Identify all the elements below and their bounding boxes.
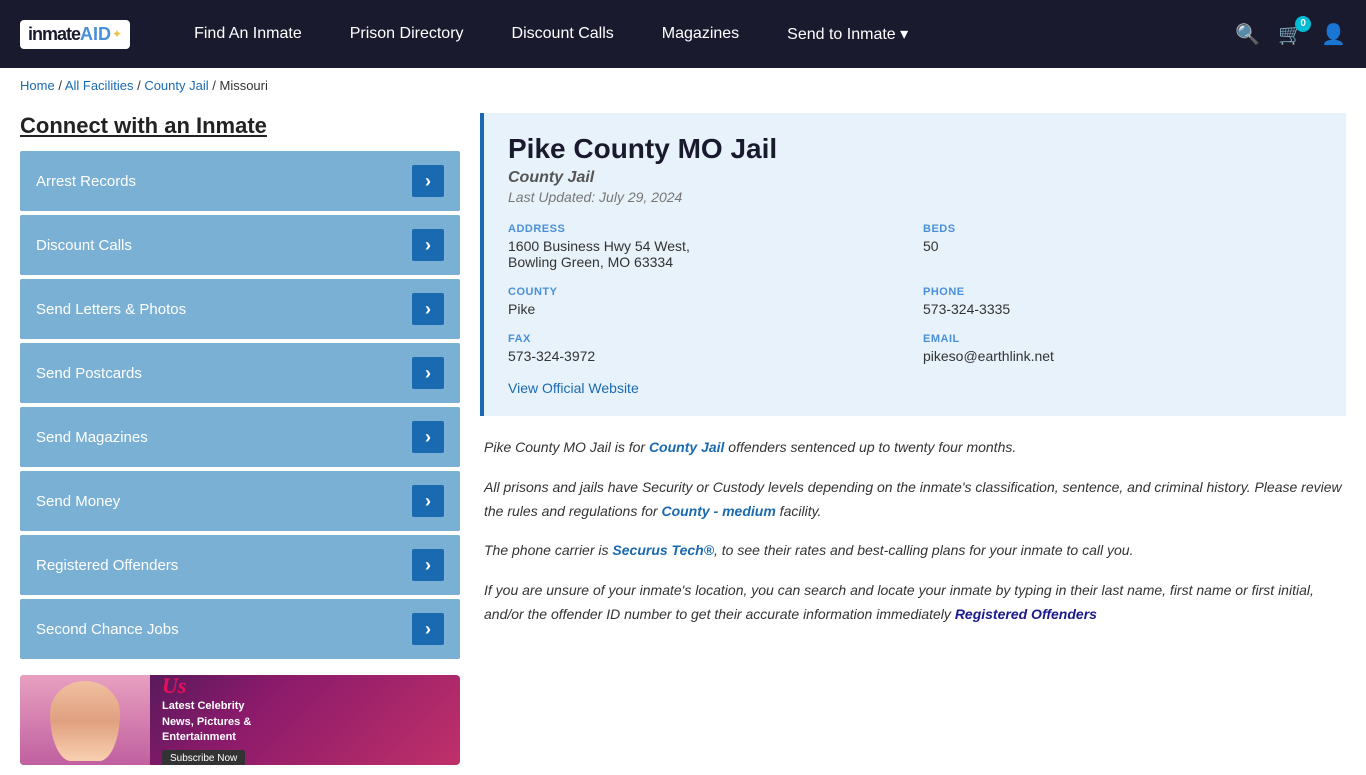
ad-subscribe-button[interactable]: Subscribe Now	[162, 750, 245, 765]
desc-paragraph-3: The phone carrier is Securus Tech®, to s…	[484, 539, 1342, 563]
ad-person-image	[50, 681, 120, 761]
fax-value: 573-324-3972	[508, 348, 907, 364]
cart-badge: 0	[1295, 16, 1311, 32]
desc-paragraph-4: If you are unsure of your inmate's locat…	[484, 579, 1342, 627]
breadcrumb-county-jail[interactable]: County Jail	[144, 78, 208, 93]
sidebar-item-send-money[interactable]: Send Money ›	[20, 471, 460, 531]
sidebar-item-arrest-records[interactable]: Arrest Records ›	[20, 151, 460, 211]
fax-label: FAX	[508, 333, 907, 345]
official-website-link[interactable]: View Official Website	[508, 380, 639, 396]
email-label: EMAIL	[923, 333, 1322, 345]
main-container: Connect with an Inmate Arrest Records › …	[0, 103, 1366, 775]
sidebar-item-label: Second Chance Jobs	[36, 621, 179, 638]
sidebar-item-label: Arrest Records	[36, 173, 136, 190]
sidebar-item-label: Registered Offenders	[36, 557, 178, 574]
county-value: Pike	[508, 301, 907, 317]
logo-star: ✦	[112, 27, 122, 41]
logo[interactable]: inmateAID✦	[20, 20, 130, 49]
detail-phone: PHONE 573-324-3335	[923, 286, 1322, 317]
nav-find-inmate[interactable]: Find An Inmate	[170, 0, 326, 68]
sidebar-item-send-letters[interactable]: Send Letters & Photos ›	[20, 279, 460, 339]
nav-discount-calls[interactable]: Discount Calls	[488, 0, 638, 68]
search-icon[interactable]: 🔍	[1235, 22, 1260, 47]
county-label: COUNTY	[508, 286, 907, 298]
sidebar-item-label: Send Magazines	[36, 429, 148, 446]
sidebar-item-registered-offenders[interactable]: Registered Offenders ›	[20, 535, 460, 595]
logo-aid: AID	[80, 24, 111, 45]
address-label: ADDRESS	[508, 223, 907, 235]
navbar: inmateAID✦ Find An Inmate Prison Directo…	[0, 0, 1366, 68]
desc-paragraph-2: All prisons and jails have Security or C…	[484, 476, 1342, 524]
email-value: pikeso@earthlink.net	[923, 348, 1322, 364]
nav-send-to-inmate[interactable]: Send to Inmate ▾	[763, 0, 932, 68]
county-jail-highlight: County Jail	[649, 439, 724, 455]
arrow-icon: ›	[412, 421, 444, 453]
breadcrumb-state: Missouri	[219, 78, 267, 93]
arrow-icon: ›	[412, 357, 444, 389]
arrow-icon: ›	[412, 229, 444, 261]
sidebar-item-label: Discount Calls	[36, 237, 132, 254]
detail-address: ADDRESS 1600 Business Hwy 54 West,Bowlin…	[508, 223, 907, 270]
sidebar-menu: Arrest Records › Discount Calls › Send L…	[20, 151, 460, 659]
user-icon[interactable]: 👤	[1321, 22, 1346, 47]
beds-value: 50	[923, 238, 1322, 254]
sidebar-item-second-chance-jobs[interactable]: Second Chance Jobs ›	[20, 599, 460, 659]
address-value: 1600 Business Hwy 54 West,Bowling Green,…	[508, 238, 907, 270]
facility-name: Pike County MO Jail	[508, 133, 1322, 165]
breadcrumb-home[interactable]: Home	[20, 78, 55, 93]
desc-paragraph-1: Pike County MO Jail is for County Jail o…	[484, 436, 1342, 460]
ad-banner[interactable]: Us Latest CelebrityNews, Pictures &Enter…	[20, 675, 460, 765]
nav-prison-directory[interactable]: Prison Directory	[326, 0, 488, 68]
facility-details: ADDRESS 1600 Business Hwy 54 West,Bowlin…	[508, 223, 1322, 364]
ad-image	[20, 675, 150, 765]
ad-brand: Us	[162, 675, 251, 699]
detail-fax: FAX 573-324-3972	[508, 333, 907, 364]
ad-content: Us Latest CelebrityNews, Pictures &Enter…	[150, 675, 263, 765]
phone-label: PHONE	[923, 286, 1322, 298]
sidebar-title: Connect with an Inmate	[20, 113, 460, 139]
ad-tagline: Latest CelebrityNews, Pictures &Entertai…	[162, 699, 251, 745]
nav-links: Find An Inmate Prison Directory Discount…	[170, 0, 1235, 68]
sidebar-item-send-magazines[interactable]: Send Magazines ›	[20, 407, 460, 467]
cart-icon[interactable]: 🛒 0	[1278, 22, 1303, 47]
sidebar-item-label: Send Money	[36, 493, 120, 510]
arrow-icon: ›	[412, 613, 444, 645]
logo-text: inmate	[28, 24, 80, 45]
detail-email: EMAIL pikeso@earthlink.net	[923, 333, 1322, 364]
registered-offenders-highlight[interactable]: Registered Offenders	[955, 606, 1097, 622]
facility-type: County Jail	[508, 169, 1322, 187]
phone-value: 573-324-3335	[923, 301, 1322, 317]
sidebar-item-label: Send Postcards	[36, 365, 142, 382]
arrow-icon: ›	[412, 549, 444, 581]
securus-highlight: Securus Tech®	[612, 542, 714, 558]
arrow-icon: ›	[412, 293, 444, 325]
nav-right: 🔍 🛒 0 👤	[1235, 22, 1346, 47]
breadcrumb: Home / All Facilities / County Jail / Mi…	[0, 68, 1366, 103]
facility-updated: Last Updated: July 29, 2024	[508, 189, 1322, 205]
facility-card: Pike County MO Jail County Jail Last Upd…	[480, 113, 1346, 416]
arrow-icon: ›	[412, 165, 444, 197]
sidebar-item-label: Send Letters & Photos	[36, 301, 186, 318]
beds-label: BEDS	[923, 223, 1322, 235]
detail-county: COUNTY Pike	[508, 286, 907, 317]
description-section: Pike County MO Jail is for County Jail o…	[480, 436, 1346, 627]
nav-magazines[interactable]: Magazines	[638, 0, 763, 68]
detail-beds: BEDS 50	[923, 223, 1322, 270]
county-medium-highlight: County - medium	[661, 503, 775, 519]
sidebar-item-discount-calls[interactable]: Discount Calls ›	[20, 215, 460, 275]
breadcrumb-all-facilities[interactable]: All Facilities	[65, 78, 134, 93]
sidebar: Connect with an Inmate Arrest Records › …	[20, 113, 460, 765]
arrow-icon: ›	[412, 485, 444, 517]
sidebar-item-send-postcards[interactable]: Send Postcards ›	[20, 343, 460, 403]
main-content: Pike County MO Jail County Jail Last Upd…	[480, 113, 1346, 765]
